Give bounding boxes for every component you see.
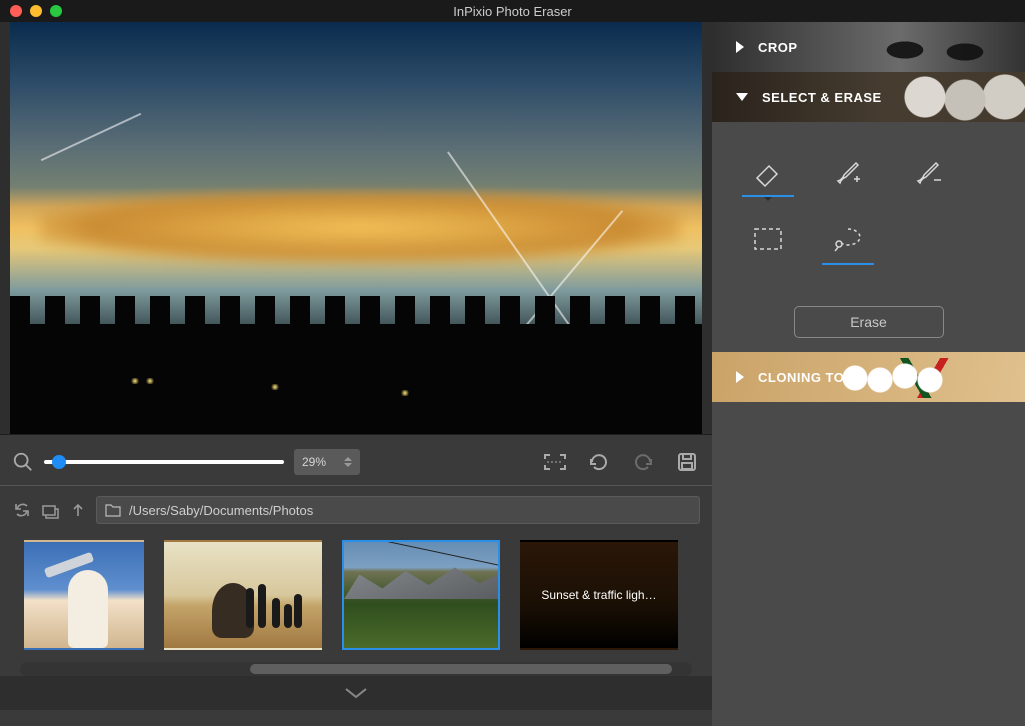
fit-screen-icon[interactable] [542,450,568,474]
magnifier-icon[interactable] [12,451,34,473]
window-minimize-icon[interactable] [30,5,42,17]
file-path-input[interactable]: /Users/Saby/Documents/Photos [96,496,700,524]
lasso-icon [833,226,863,252]
side-panel: CROP SELECT & ERASE [712,22,1025,726]
erase-button[interactable]: Erase [794,306,944,338]
zoom-toolbar: 29% [0,435,712,486]
zoom-value-label: 29% [302,455,326,469]
disclosure-right-icon [736,41,744,53]
chevron-down-icon [342,685,370,701]
eraser-tool[interactable] [746,150,790,194]
window-close-icon[interactable] [10,5,22,17]
thumbnail-label [344,542,498,648]
folder-icon [105,503,121,517]
zoom-stepper-arrows[interactable] [344,457,352,467]
thumbnail-scrollbar[interactable] [20,662,692,676]
disclosure-down-icon [736,93,748,101]
zoom-slider[interactable] [44,460,284,464]
scrollbar-thumb[interactable] [250,664,672,674]
thumbnail-item[interactable]: Sunset & traffic ligh… [520,540,678,650]
thumbnail-item[interactable] [342,540,500,650]
file-path-row: /Users/Saby/Documents/Photos [0,486,712,534]
disclosure-right-icon [736,371,744,383]
window-zoom-icon[interactable] [50,5,62,17]
subfolder-toggle-icon[interactable] [40,500,60,520]
thumbnail-label: Sunset & traffic ligh… [522,542,676,648]
app-title: InPixio Photo Eraser [453,4,572,19]
expand-strip-button[interactable] [0,676,712,710]
brush-add-tool[interactable] [826,150,870,194]
brush-remove-icon [912,155,944,187]
panel-cloning-label: CLONING TOOL [758,370,863,385]
undo-icon[interactable] [586,450,612,474]
photo-canvas[interactable] [10,22,702,434]
panel-crop-label: CROP [758,40,798,55]
marquee-rect-tool[interactable] [746,218,790,262]
thumbnail-item[interactable] [164,540,322,650]
thumbnail-label [26,542,142,648]
brush-remove-tool[interactable] [906,150,950,194]
thumbnail-item[interactable] [24,540,144,650]
redo-icon[interactable] [630,450,656,474]
titlebar: InPixio Photo Eraser [0,0,1025,22]
file-path-text: /Users/Saby/Documents/Photos [129,503,313,518]
panel-select-erase-label: SELECT & ERASE [762,90,882,105]
panel-cloning[interactable]: CLONING TOOL [712,352,1025,402]
refresh-icon[interactable] [12,500,32,520]
eraser-tool-icon [751,154,785,188]
zoom-value-stepper[interactable]: 29% [294,449,360,475]
zoom-slider-thumb[interactable] [52,455,66,469]
marquee-rect-icon [753,227,783,251]
up-folder-icon[interactable] [68,500,88,520]
lower-panel: 29% [0,434,712,726]
thumbnail-strip: Sunset & traffic ligh… [0,534,712,662]
brush-add-icon [832,155,864,187]
erase-tool-area: Erase [712,122,1025,352]
thumbnail-label [166,542,320,648]
lasso-tool[interactable] [826,218,870,262]
panel-select-erase[interactable]: SELECT & ERASE [712,72,1025,122]
save-icon[interactable] [674,450,700,474]
panel-crop[interactable]: CROP [712,22,1025,72]
